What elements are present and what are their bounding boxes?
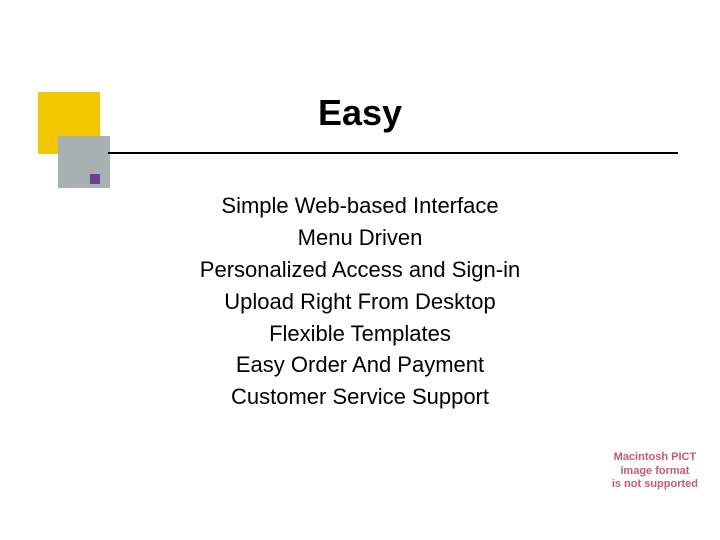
unsupported-image-note: Macintosh PICT image format is not suppo… [612, 451, 698, 492]
title-underline [108, 152, 678, 154]
decor-square-purple [90, 174, 100, 184]
footer-line: Macintosh PICT [612, 451, 698, 465]
list-item: Upload Right From Desktop [0, 286, 720, 318]
footer-line: is not supported [612, 478, 698, 492]
list-item: Simple Web-based Interface [0, 190, 720, 222]
slide-title: Easy [0, 92, 720, 134]
footer-line: image format [612, 465, 698, 479]
list-item: Menu Driven [0, 222, 720, 254]
list-item: Personalized Access and Sign-in [0, 254, 720, 286]
decor-square-grey [58, 136, 110, 188]
bullet-list: Simple Web-based Interface Menu Driven P… [0, 190, 720, 413]
slide-title-wrap: Easy [0, 92, 720, 134]
list-item: Customer Service Support [0, 381, 720, 413]
list-item: Flexible Templates [0, 318, 720, 350]
list-item: Easy Order And Payment [0, 349, 720, 381]
